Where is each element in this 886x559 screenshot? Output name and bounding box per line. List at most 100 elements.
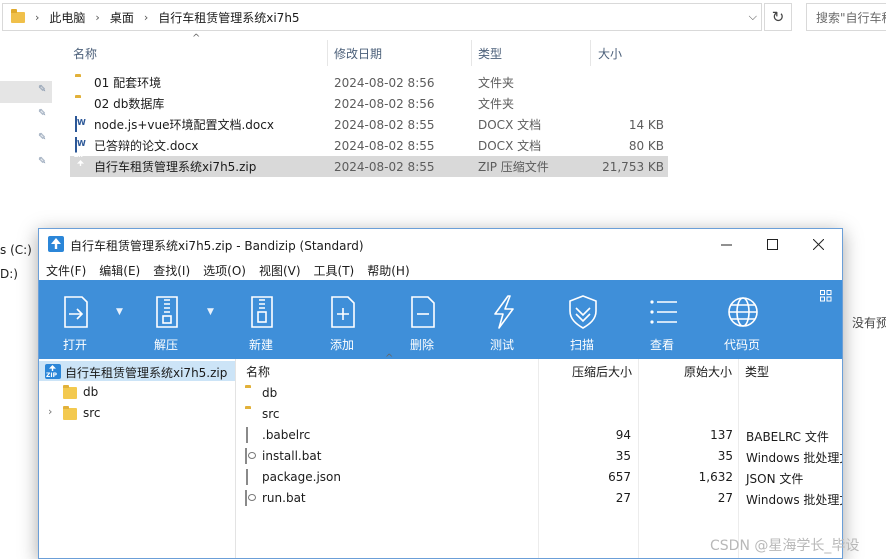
tree-item-label: db <box>83 385 99 399</box>
test-button[interactable]: 测试 <box>471 280 533 359</box>
file-date: 2024-08-02 8:56 <box>334 96 435 111</box>
delete-button[interactable]: 删除 <box>391 280 453 359</box>
menu-find[interactable]: 查找(I) <box>153 262 190 279</box>
entry-compressed-size: 27 <box>615 491 631 505</box>
archive-row[interactable]: install.bat 35 35 Windows 批处理文 <box>238 446 842 467</box>
entry-compressed-size: 35 <box>615 449 631 463</box>
window-title: 自行车租赁管理系统xi7h5.zip - Bandizip (Standard) <box>70 239 364 253</box>
nav-drive-c[interactable]: s (C:) <box>0 243 32 257</box>
file-size: 14 KB <box>628 117 664 132</box>
archive-row[interactable]: package.json 657 1,632 JSON 文件 <box>238 467 842 488</box>
nav-drive-d[interactable]: D:) <box>0 267 18 281</box>
chevron-down-icon[interactable]: ⌵ <box>749 10 757 24</box>
file-row[interactable]: 已答辩的论文.docx 2024-08-02 8:55 DOCX 文档 80 K… <box>70 135 668 156</box>
file-date: 2024-08-02 8:55 <box>334 138 435 153</box>
tree-root-archive[interactable]: 自行车租赁管理系统xi7h5.zip <box>39 361 235 381</box>
menu-options[interactable]: 选项(O) <box>203 262 246 279</box>
view-button[interactable]: 查看 <box>631 280 693 359</box>
breadcrumb-item[interactable]: 自行车租赁管理系统xi7h5 <box>158 9 299 26</box>
column-header-name[interactable]: 名称 <box>246 363 270 380</box>
column-header-compressed-size[interactable]: 压缩后大小 <box>572 363 632 380</box>
new-archive-button[interactable]: 新建 <box>230 280 292 359</box>
add-button[interactable]: 添加 <box>311 280 373 359</box>
column-header-type[interactable]: 类型 <box>745 363 769 380</box>
maximize-button[interactable] <box>749 229 795 259</box>
open-icon <box>64 296 88 328</box>
pin-icon: ✎ <box>38 132 47 143</box>
entry-name: src <box>262 407 280 421</box>
pin-icon: ✎ <box>38 108 47 119</box>
scan-label: 扫描 <box>569 338 594 352</box>
word-doc-icon <box>75 116 77 132</box>
entry-name: run.bat <box>262 491 306 505</box>
expand-chevron-icon[interactable]: › <box>48 405 52 418</box>
file-row[interactable]: 01 配套环境 2024-08-02 8:56 文件夹 <box>70 72 668 93</box>
file-name: 已答辩的论文.docx <box>94 139 199 153</box>
add-file-icon <box>331 296 355 328</box>
menu-tools[interactable]: 工具(T) <box>314 262 355 279</box>
file-row[interactable]: node.js+vue环境配置文档.docx 2024-08-02 8:55 D… <box>70 114 668 135</box>
tree-item-label: src <box>83 406 101 420</box>
archive-row[interactable]: db <box>238 383 842 404</box>
column-header-original-size[interactable]: 原始大小 <box>684 363 732 380</box>
pin-icon: ✎ <box>38 156 47 167</box>
layout-grid-icon[interactable] <box>820 290 832 302</box>
close-button[interactable] <box>795 229 841 259</box>
minimize-button[interactable] <box>703 229 749 259</box>
entry-type: Windows 批处理文 <box>746 493 843 507</box>
file-name: 自行车租赁管理系统xi7h5.zip <box>94 160 257 174</box>
menu-file[interactable]: 文件(F) <box>46 262 86 279</box>
globe-icon <box>728 297 758 327</box>
column-header-size[interactable]: 大小 <box>598 42 622 64</box>
file-row-selected[interactable]: 自行车租赁管理系统xi7h5.zip 2024-08-02 8:55 ZIP 压… <box>70 156 668 177</box>
title-bar[interactable]: 自行车租赁管理系统xi7h5.zip - Bandizip (Standard) <box>39 229 842 259</box>
search-input[interactable]: 搜索"自行车租 <box>806 3 886 31</box>
extract-icon <box>156 296 178 328</box>
tree-item-db[interactable]: db <box>39 382 235 402</box>
column-divider[interactable] <box>471 40 472 66</box>
view-label: 查看 <box>649 338 674 352</box>
delete-label: 删除 <box>409 338 434 352</box>
refresh-button[interactable]: ↻ <box>764 3 792 31</box>
file-type: DOCX 文档 <box>478 139 542 153</box>
column-header-type[interactable]: 类型 <box>478 42 502 64</box>
file-date: 2024-08-02 8:55 <box>334 117 435 132</box>
folder-icon <box>11 8 25 23</box>
shield-icon <box>569 295 597 329</box>
close-icon <box>812 238 824 250</box>
address-bar[interactable]: › 此电脑 › 桌面 › 自行车租赁管理系统xi7h5 ⌵ <box>2 3 762 31</box>
archive-row[interactable]: run.bat 27 27 Windows 批处理文 <box>238 488 843 509</box>
extract-button[interactable]: 解压 <box>135 280 197 359</box>
chevron-down-icon[interactable]: ▼ <box>207 307 214 317</box>
breadcrumb-item[interactable]: 桌面 <box>110 9 134 26</box>
entry-original-size: 137 <box>710 428 733 442</box>
list-icon <box>650 300 677 324</box>
breadcrumb-item[interactable]: 此电脑 <box>49 9 85 26</box>
file-name: 01 配套环境 <box>94 76 162 90</box>
pin-icon: ✎ <box>38 84 47 95</box>
tree-root-label: 自行车租赁管理系统xi7h5.zip <box>65 366 228 380</box>
column-divider[interactable] <box>590 40 591 66</box>
column-header-date[interactable]: 修改日期 <box>334 42 382 64</box>
folder-tree: 自行车租赁管理系统xi7h5.zip db › src <box>39 359 236 558</box>
open-button[interactable]: 打开 <box>44 280 106 359</box>
file-row[interactable]: 02 db数据库 2024-08-02 8:56 文件夹 <box>70 93 668 114</box>
archive-row[interactable]: src <box>238 404 842 425</box>
breadcrumb: › 此电脑 › 桌面 › 自行车租赁管理系统xi7h5 <box>35 9 300 26</box>
menu-help[interactable]: 帮助(H) <box>367 262 409 279</box>
archive-row[interactable]: .babelrc 94 137 BABELRC 文件 <box>238 425 842 446</box>
scan-button[interactable]: 扫描 <box>551 280 613 359</box>
new-archive-icon <box>251 296 273 328</box>
menu-edit[interactable]: 编辑(E) <box>99 262 140 279</box>
entry-compressed-size: 657 <box>608 470 631 484</box>
menu-view[interactable]: 视图(V) <box>259 262 301 279</box>
tree-item-src[interactable]: › src <box>39 403 235 423</box>
chevron-down-icon[interactable]: ▼ <box>116 307 123 317</box>
column-divider[interactable] <box>327 40 328 66</box>
entry-original-size: 35 <box>717 449 733 463</box>
codepage-button[interactable]: 代码页 <box>711 280 773 359</box>
delete-file-icon <box>411 296 435 328</box>
column-header-name[interactable]: 名称 <box>73 42 97 64</box>
entry-name: package.json <box>262 470 342 484</box>
watermark-text: CSDN @星海学长_毕设 <box>710 538 860 554</box>
